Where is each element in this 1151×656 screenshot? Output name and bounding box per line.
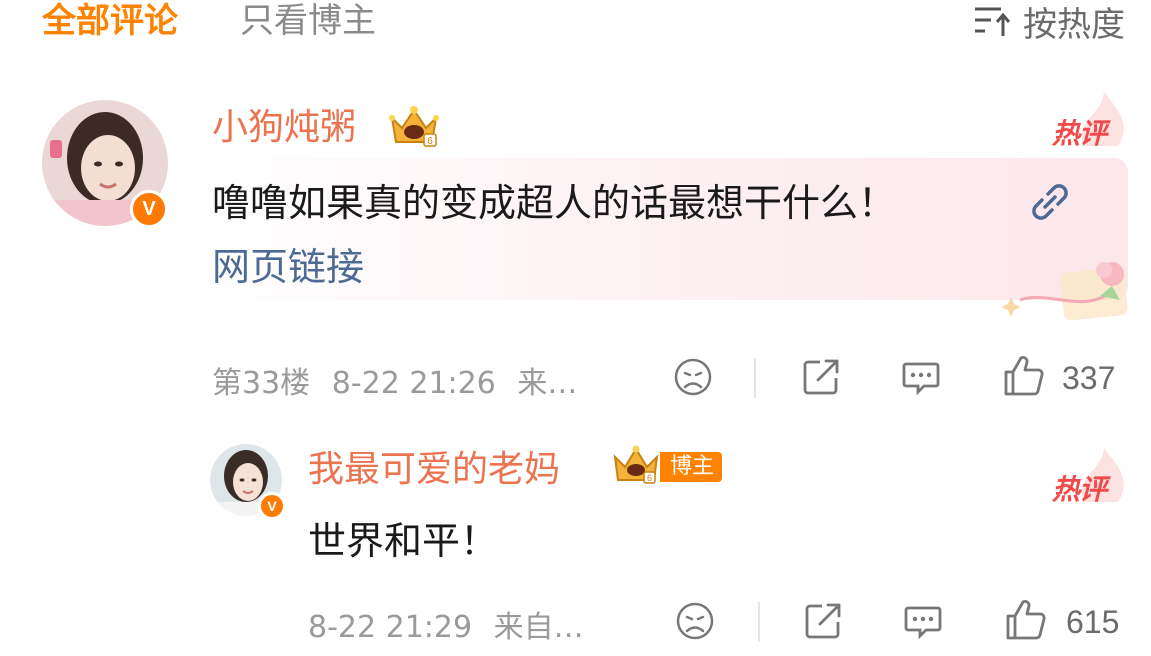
comment-time: 8-22 21:29 xyxy=(308,610,473,645)
comment-icon[interactable] xyxy=(902,600,944,642)
sad-reaction-icon[interactable] xyxy=(674,600,716,642)
like-count: 337 xyxy=(1062,360,1116,396)
author-tag: 博主 xyxy=(660,452,723,482)
comment-time: 8-22 21:26 xyxy=(331,366,496,401)
crown-badge-icon: 6 xyxy=(389,106,439,147)
crown-badge-icon: 6 xyxy=(613,445,659,484)
avatar[interactable]: V xyxy=(210,444,286,520)
comment-icon[interactable] xyxy=(900,356,942,398)
share-icon[interactable] xyxy=(800,356,842,398)
verified-icon: V xyxy=(130,190,168,228)
username[interactable]: 我最可爱的老妈 xyxy=(308,448,560,492)
sort-by-popularity[interactable]: 按热度 xyxy=(973,0,1125,45)
like-icon[interactable] xyxy=(1004,598,1048,642)
flower-card-decoration-icon xyxy=(1001,262,1128,321)
tab-all-comments[interactable]: 全部评论 xyxy=(42,0,178,42)
web-link[interactable]: 网页链接 xyxy=(212,242,364,292)
divider xyxy=(754,358,756,398)
sad-reaction-icon[interactable] xyxy=(672,356,714,398)
hot-comment-badge: 热评 xyxy=(1052,448,1124,508)
comment-meta: 第33楼 8-22 21:26 来… xyxy=(212,358,577,402)
comment-text: 噜噜如果真的变成超人的话最想干什么！ xyxy=(212,181,897,225)
comment-source: 来… xyxy=(517,366,578,401)
svg-text:6: 6 xyxy=(647,473,652,483)
like-icon[interactable] xyxy=(1002,354,1046,398)
comment-source: 来自… xyxy=(493,610,584,645)
like-count: 615 xyxy=(1066,604,1120,640)
verified-icon: V xyxy=(258,492,286,520)
avatar[interactable]: V xyxy=(42,100,168,228)
tab-author-only[interactable]: 只看博主 xyxy=(240,0,376,42)
share-icon[interactable] xyxy=(802,600,844,642)
hot-comment-badge: 热评 xyxy=(1052,92,1124,152)
svg-text:6: 6 xyxy=(427,136,433,147)
username[interactable]: 小狗炖粥 xyxy=(212,106,356,150)
divider xyxy=(758,602,760,642)
link-icon[interactable] xyxy=(1030,182,1070,222)
comment-meta: 8-22 21:29 来自… xyxy=(308,602,584,646)
sort-icon xyxy=(975,7,1011,36)
sort-label: 按热度 xyxy=(1023,4,1125,45)
comment-page: 全部评论 只看博主 按热度 V 小狗炖粥 6 热评 噜噜如果真的变成超人的话最想… xyxy=(0,0,1151,656)
comment-text: 世界和平！ xyxy=(308,519,499,563)
floor-number: 第33楼 xyxy=(212,366,311,401)
